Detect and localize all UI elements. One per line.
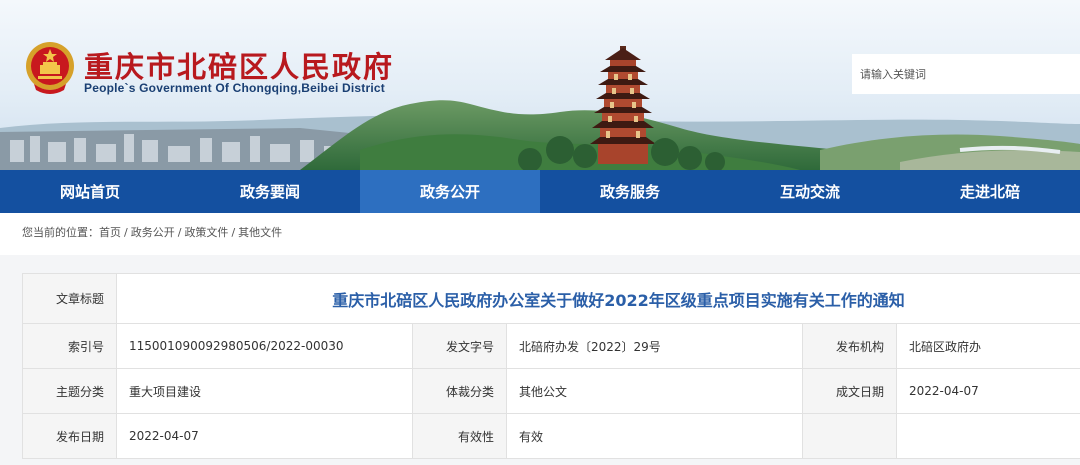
validity-value: 有效 <box>506 413 803 459</box>
nav-item-home[interactable]: 网站首页 <box>0 170 180 213</box>
table-row: 索引号 115001090092980506/2022-00030 发文字号 北… <box>22 323 1080 369</box>
created-date-label: 成文日期 <box>802 368 897 414</box>
doc-number-label: 发文字号 <box>412 323 507 369</box>
published-date-label: 发布日期 <box>22 413 117 459</box>
breadcrumb-link-policy-docs[interactable]: 政策文件 <box>184 226 228 239</box>
breadcrumb: 您当前的位置：首页 / 政务公开 / 政策文件 / 其他文件 <box>0 213 1080 255</box>
genre-value: 其他公文 <box>506 368 803 414</box>
table-row: 发布日期 2022-04-07 有效性 有效 <box>22 413 1080 459</box>
breadcrumb-lead: 您当前的位置： <box>22 226 99 239</box>
site-title: 重庆市北碚区人民政府 <box>84 50 395 84</box>
document-info-table: 文章标题 重庆市北碚区人民政府办公室关于做好2022年区级重点项目实施有关工作的… <box>22 273 1080 459</box>
nav-item-interaction[interactable]: 互动交流 <box>720 170 900 213</box>
topic-value: 重大项目建设 <box>116 368 413 414</box>
main-navigation: 网站首页 政务要闻 政务公开 政务服务 互动交流 走进北碚 <box>0 170 1080 213</box>
breadcrumb-link-other-docs[interactable]: 其他文件 <box>238 226 282 239</box>
breadcrumb-link-gov-disclosure[interactable]: 政务公开 <box>131 226 175 239</box>
index-value: 115001090092980506/2022-00030 <box>116 323 413 369</box>
issuer-label: 发布机构 <box>802 323 897 369</box>
search-input[interactable] <box>852 54 1080 94</box>
validity-label: 有效性 <box>412 413 507 459</box>
site-subtitle: People`s Government Of Chongqing,Beibei … <box>84 81 385 95</box>
breadcrumb-separator: / <box>124 226 128 239</box>
doc-title: 重庆市北碚区人民政府办公室关于做好2022年区级重点项目实施有关工作的通知 <box>115 273 1080 324</box>
created-date-value: 2022-04-07 <box>895 368 1080 414</box>
breadcrumb-link-home[interactable]: 首页 <box>99 226 121 239</box>
empty-value-cell <box>895 413 1080 459</box>
nav-item-gov-services[interactable]: 政务服务 <box>540 170 720 213</box>
site-header: 重庆市北碚区人民政府 People`s Government Of Chongq… <box>0 0 1080 170</box>
nav-item-gov-disclosure[interactable]: 政务公开 <box>360 170 540 213</box>
table-row: 主题分类 重大项目建设 体裁分类 其他公文 成文日期 2022-04-07 <box>22 368 1080 414</box>
index-label: 索引号 <box>22 323 117 369</box>
published-date-value: 2022-04-07 <box>116 413 413 459</box>
topic-label: 主题分类 <box>22 368 117 414</box>
issuer-value: 北碚区政府办 <box>895 323 1080 369</box>
nav-item-about-beibei[interactable]: 走进北碚 <box>900 170 1080 213</box>
doc-number-value: 北碚府办发〔2022〕29号 <box>506 323 803 369</box>
genre-label: 体裁分类 <box>412 368 507 414</box>
breadcrumb-separator: / <box>177 226 182 239</box>
nav-item-news[interactable]: 政务要闻 <box>180 170 360 213</box>
doc-title-label: 文章标题 <box>22 273 117 324</box>
national-emblem-icon <box>26 42 74 94</box>
breadcrumb-separator: / <box>231 226 236 239</box>
empty-label-cell <box>802 413 897 459</box>
table-row: 文章标题 重庆市北碚区人民政府办公室关于做好2022年区级重点项目实施有关工作的… <box>22 273 1080 324</box>
